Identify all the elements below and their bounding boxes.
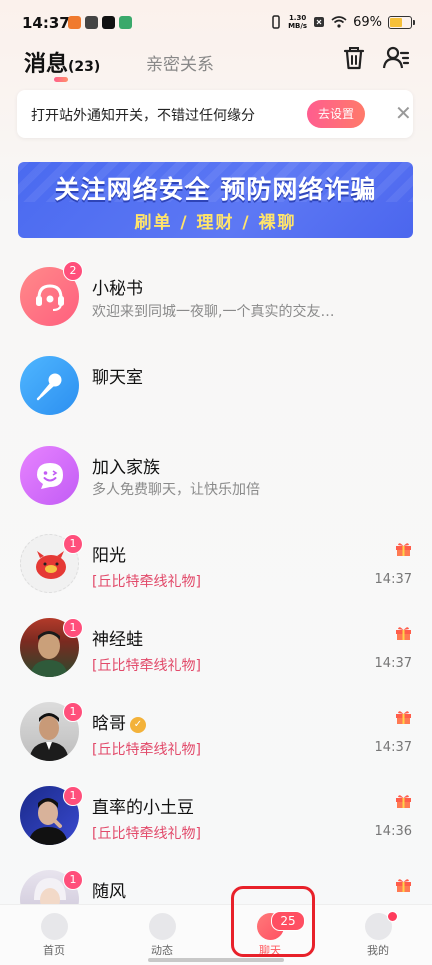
gift-icon (396, 627, 411, 640)
microphone-icon (36, 373, 61, 400)
verified-badge-icon: ✓ (130, 717, 146, 733)
active-tab-indicator (54, 77, 68, 82)
network-speed: 1.30 MB/s (288, 14, 308, 30)
highlight-annotation (231, 886, 315, 957)
trash-icon[interactable] (340, 44, 368, 72)
tab-messages-count: (23) (68, 59, 101, 75)
notice-text: 打开站外通知开关，不错过任何缘分 (31, 108, 255, 124)
conversation-row[interactable]: 1 阳光 [丘比特牵线礼物] 14:37 (0, 524, 432, 612)
unread-badge: 1 (63, 702, 83, 722)
nav-profile[interactable]: 我的 (324, 905, 432, 965)
bottom-nav: 首页 动态 25 聊天 我的 (0, 904, 432, 965)
go-settings-button[interactable]: 去设置 (307, 100, 365, 128)
home-indicator (148, 958, 284, 962)
gift-icon (396, 795, 411, 808)
sim-icon (314, 17, 325, 27)
battery-fill (390, 17, 402, 27)
conversation-row[interactable]: 加入家族 多人免费聊天，让快乐加倍 (0, 437, 432, 525)
close-icon[interactable]: ✕ (395, 101, 412, 125)
notification-app-icon (68, 16, 81, 29)
status-right: 1.30 MB/s 69% (270, 14, 415, 30)
unread-badge: 2 (63, 261, 83, 281)
battery-percent: 69% (353, 14, 382, 30)
unread-badge: 1 (63, 786, 83, 806)
conversation-name: 小秘书 (92, 279, 143, 299)
battery-icon (388, 15, 415, 29)
family-avatar (20, 446, 79, 505)
planet-icon (149, 913, 176, 940)
status-time: 14:37 (22, 14, 70, 32)
unread-badge: 1 (63, 870, 83, 890)
message-time: 14:37 (374, 572, 412, 587)
conversation-preview: 多人免费聊天，让快乐加倍 (92, 482, 260, 498)
gift-icon (396, 543, 411, 556)
conversation-name: 阳光 (92, 546, 126, 566)
gift-message-tag: [丘比特牵线礼物] (92, 826, 201, 842)
conversation-name: 晗哥 (92, 714, 126, 734)
unread-badge: 1 (63, 618, 83, 638)
conversation-name: 聊天室 (92, 368, 143, 388)
conversation-name: 神经蛙 (92, 630, 143, 650)
smile-chat-icon (36, 462, 63, 489)
conversation-preview: 欢迎来到同城一夜聊,一个真实的交友… (92, 304, 335, 320)
vibrate-icon (272, 15, 280, 29)
conversation-row[interactable]: 1 神经蛙 [丘比特牵线礼物] 14:37 (0, 608, 432, 696)
gift-message-tag: [丘比特牵线礼物] (92, 574, 201, 590)
gift-icon (396, 879, 411, 892)
nav-label: 动态 (151, 944, 173, 957)
message-time: 14:37 (374, 740, 412, 755)
banner-subtitle: 刷单 / 理财 / 裸聊 (134, 213, 297, 233)
contacts-icon[interactable] (382, 44, 410, 72)
gift-message-tag: [丘比特牵线礼物] (92, 742, 201, 758)
gift-message-tag: [丘比特牵线礼物] (92, 658, 201, 674)
tab-messages-label: 消息 (24, 52, 69, 77)
conversation-row[interactable]: 1 直率的小土豆 [丘比特牵线礼物] 14:36 (0, 776, 432, 864)
notification-app-icon (119, 16, 132, 29)
nav-label: 首页 (43, 944, 65, 957)
conversation-row[interactable]: 1 晗哥 ✓ [丘比特牵线礼物] 14:37 (0, 692, 432, 780)
conversation-name: 直率的小土豆 (92, 798, 194, 818)
profile-red-dot (387, 911, 398, 922)
chatroom-avatar (20, 356, 79, 415)
header: 消息(23) 亲密关系 (0, 42, 432, 90)
nav-label: 我的 (367, 944, 389, 957)
message-time: 14:36 (374, 824, 412, 839)
gift-icon (396, 711, 411, 724)
conversation-name: 随风 (92, 882, 126, 902)
security-banner[interactable]: 关注网络安全 预防网络诈骗 刷单 / 理财 / 裸聊 (18, 162, 413, 238)
banner-title: 关注网络安全 预防网络诈骗 (54, 175, 377, 204)
notification-app-icon (85, 16, 98, 29)
home-icon (41, 913, 68, 940)
status-app-icons (68, 16, 132, 29)
nav-moments[interactable]: 动态 (108, 905, 216, 965)
tiktok-icon (102, 16, 115, 29)
notification-permission-bar: 打开站外通知开关，不错过任何缘分 去设置 ✕ (17, 90, 413, 138)
conversation-name-wrap: 晗哥 ✓ (92, 709, 146, 734)
conversation-row[interactable]: 聊天室 (0, 347, 432, 435)
headset-icon (35, 283, 64, 311)
conversation-name: 加入家族 (92, 458, 160, 478)
unread-badge: 1 (63, 534, 83, 554)
message-time: 14:37 (374, 656, 412, 671)
wifi-icon (331, 16, 347, 28)
tab-intimate[interactable]: 亲密关系 (146, 50, 214, 75)
tab-messages[interactable]: 消息(23) (24, 46, 100, 78)
nav-home[interactable]: 首页 (0, 905, 108, 965)
conversation-row[interactable]: 2 小秘书 欢迎来到同城一夜聊,一个真实的交友… (0, 258, 432, 346)
